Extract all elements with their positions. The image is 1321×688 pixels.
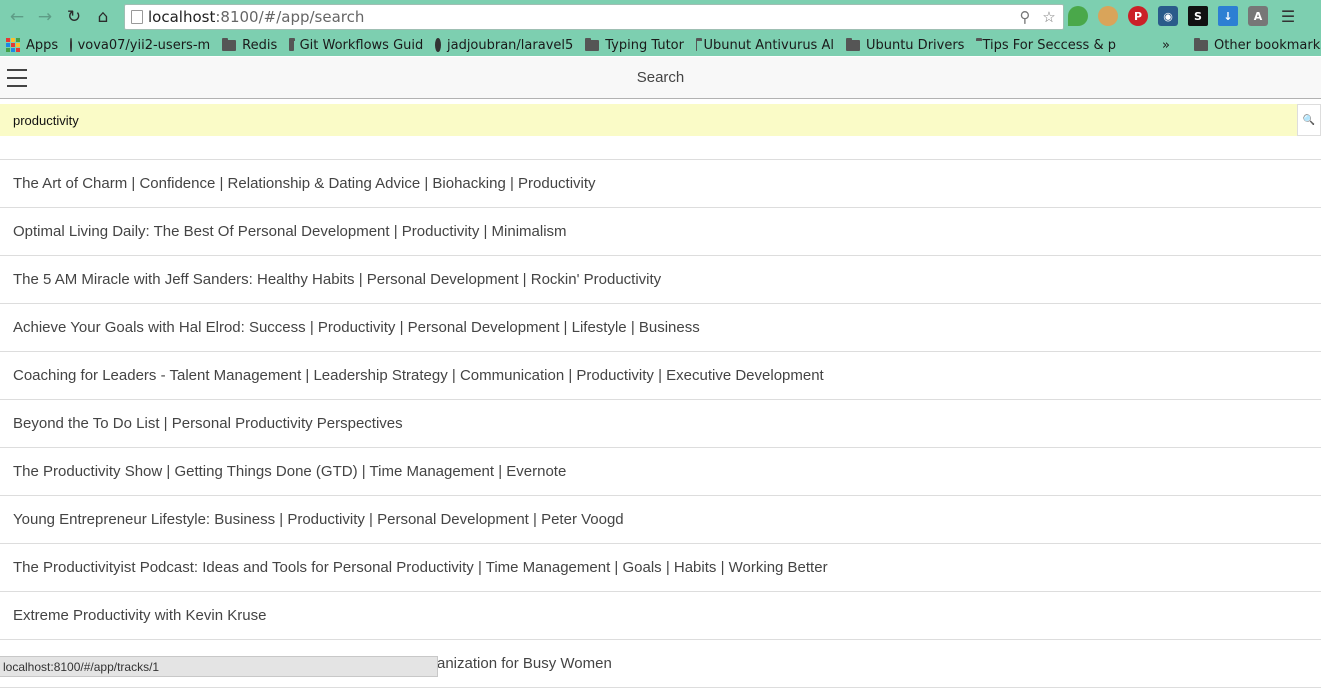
folder-icon [1194,37,1208,51]
url-host: localhost [148,8,216,26]
bookmarks-bar: Apps vova07/yii2-users-m Redis Git Workf… [0,34,1321,56]
search-input[interactable] [0,104,1297,136]
folder-icon [289,37,296,51]
bookmark-label: Git Workflows Guid [299,37,424,53]
folder-icon [585,37,600,51]
page-icon [131,10,143,24]
bookmark-tips-for-success[interactable]: Tips For Seccess & p [970,37,1120,53]
bookmark-vova07[interactable]: vova07/yii2-users-m [64,38,216,53]
list-item[interactable]: Optimal Living Daily: The Best Of Person… [0,208,1321,256]
hamburger-menu-icon[interactable] [7,69,27,87]
search-button[interactable]: 🔍 [1297,104,1321,136]
bookmark-jadjoubran[interactable]: jadjoubran/laravel5 [429,38,579,53]
bookmark-label: vova07/yii2-users-m [77,37,211,53]
link-status-bar: localhost:8100/#/app/tracks/1 [0,656,438,677]
list-item[interactable]: Beyond the To Do List | Personal Product… [0,400,1321,448]
list-item[interactable]: Coaching for Leaders - Talent Management… [0,352,1321,400]
url-path: :8100/#/app/search [215,8,365,26]
address-url: localhost:8100/#/app/search [148,8,364,26]
storage-extension-icon[interactable]: ◉ [1158,6,1178,26]
list-item[interactable]: The Art of Charm | Confidence | Relation… [0,160,1321,208]
cookie-extension-icon[interactable] [1098,6,1118,26]
bookmark-label: Apps [26,37,59,53]
github-icon [70,38,72,52]
list-item[interactable]: Young Entrepreneur Lifestyle: Business |… [0,496,1321,544]
address-bar[interactable]: localhost:8100/#/app/search ⚲ ☆ [124,4,1064,30]
bookmark-redis[interactable]: Redis [216,37,283,53]
bookmark-apps[interactable]: Apps [0,38,64,53]
search-bar: 🔍 [0,104,1321,136]
bookmark-ubuntu-drivers[interactable]: Ubuntu Drivers [840,37,971,53]
extensions-area: P ◉ S ↓ A ☰ [1068,6,1298,26]
bookmark-other-bookmarks[interactable]: Other bookmarks [1188,34,1321,56]
back-button[interactable]: ← [3,3,31,31]
pinterest-icon[interactable]: P [1128,6,1148,26]
bookmark-ubunut-antivurus[interactable]: Ubunut Antivurus Al [690,37,840,53]
list-item[interactable]: The 5 AM Miracle with Jeff Sanders: Heal… [0,256,1321,304]
bookmark-label: Other bookmarks [1214,37,1321,53]
page-title: Search [636,69,685,86]
folder-icon [695,37,701,51]
s-extension-icon[interactable]: S [1188,6,1208,26]
list-item[interactable]: The Productivityist Podcast: Ideas and T… [0,544,1321,592]
bookmark-typing-tutor[interactable]: Typing Tutor [579,37,690,53]
folder-icon [845,37,860,51]
list-item[interactable]: Achieve Your Goals with Hal Elrod: Succe… [0,304,1321,352]
a-extension-icon[interactable]: A [1248,6,1268,26]
folder-icon [222,37,237,51]
search-icon: 🔍 [1302,114,1316,126]
bookmark-label: Ubuntu Drivers [865,37,965,53]
bookmark-label: Typing Tutor [605,37,684,53]
chrome-menu-icon[interactable]: ☰ [1278,6,1298,26]
app-header: Search [0,57,1321,99]
bookmark-label: Redis [242,37,278,53]
search-icon[interactable]: ⚲ [1015,7,1035,27]
list-item[interactable]: The Productivity Show | Getting Things D… [0,448,1321,496]
list-item[interactable]: Extreme Productivity with Kevin Kruse [0,592,1321,640]
download-extension-icon[interactable]: ↓ [1218,6,1238,26]
home-button[interactable]: ⌂ [89,3,117,31]
browser-toolbar: ← → ↻ ⌂ localhost:8100/#/app/search ⚲ ☆ … [0,0,1321,34]
evernote-extension-icon[interactable] [1068,6,1088,26]
star-icon[interactable]: ☆ [1039,7,1059,27]
reload-button[interactable]: ↻ [60,3,88,31]
github-icon [435,38,441,52]
bookmark-label: Tips For Seccess & p [982,37,1116,53]
list-item-label: anization for Busy Women [437,655,612,672]
bookmark-label: jadjoubran/laravel5 [446,37,574,53]
results-list: The Art of Charm | Confidence | Relation… [0,160,1321,688]
bookmark-git-workflows[interactable]: Git Workflows Guid [283,37,429,53]
apps-icon [6,38,20,52]
forward-button[interactable]: → [31,3,59,31]
bookmark-label: Ubunut Antivurus Al [703,37,834,53]
bookmarks-overflow-button[interactable]: » [1162,34,1170,56]
